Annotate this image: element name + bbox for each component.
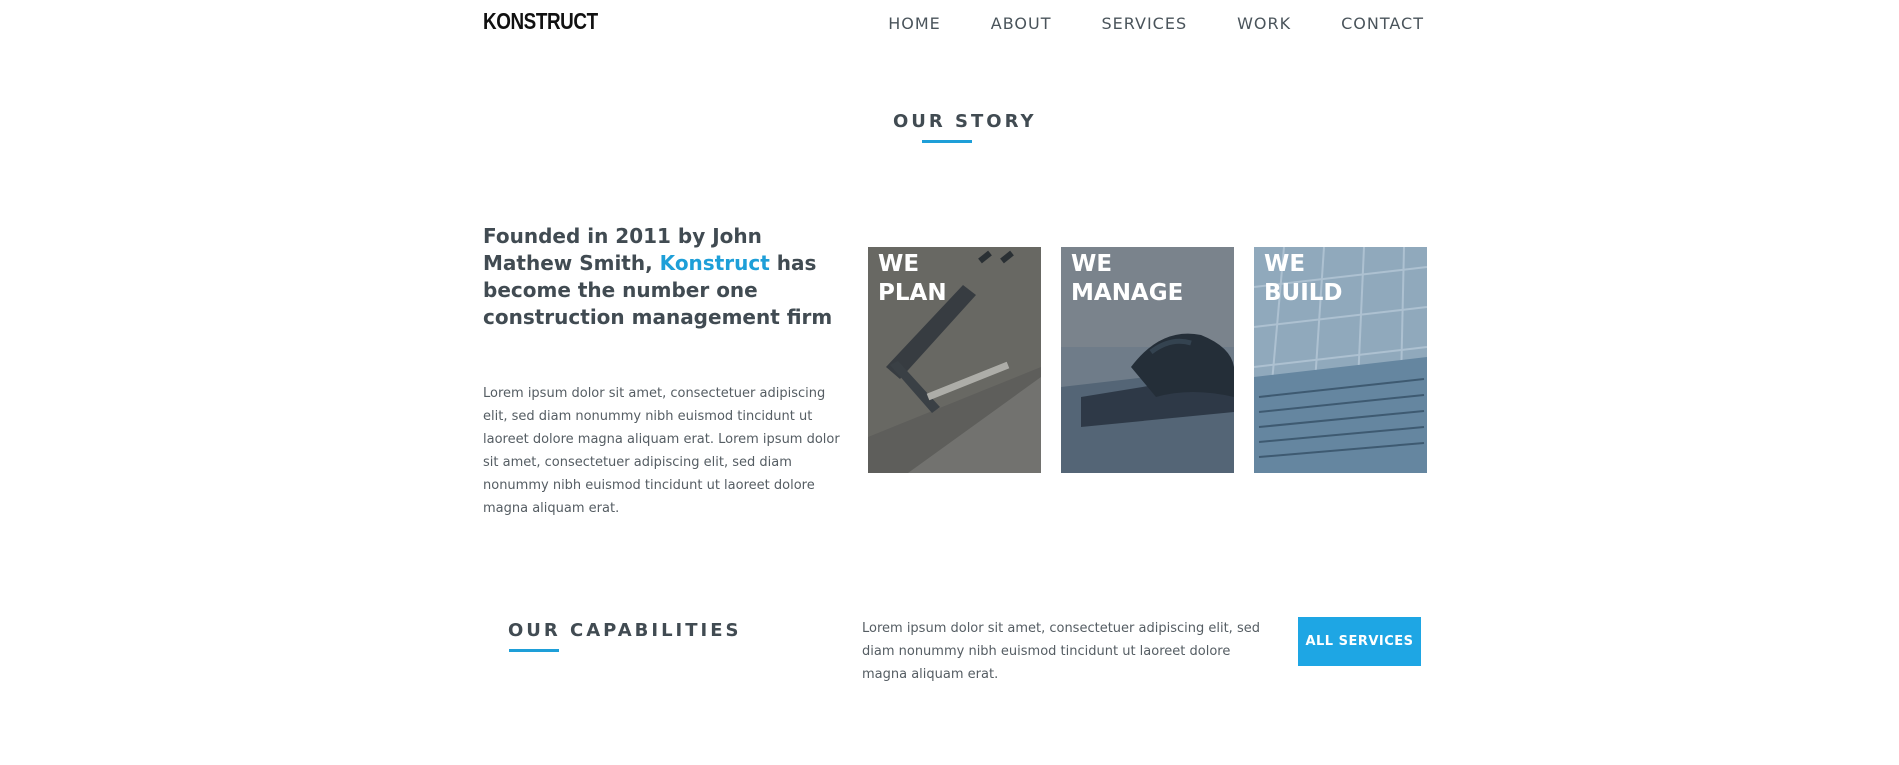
nav-contact[interactable]: CONTACT xyxy=(1341,14,1424,33)
nav-about[interactable]: ABOUT xyxy=(991,14,1052,33)
story-body: Lorem ipsum dolor sit amet, consectetuer… xyxy=(483,386,840,516)
capabilities-title: OUR CAPABILITIES xyxy=(508,620,742,641)
story-title: OUR STORY xyxy=(893,111,1037,132)
tile-manage-line2: MANAGE xyxy=(1071,280,1184,306)
capabilities-body: Lorem ipsum dolor sit amet, consectetuer… xyxy=(862,621,1260,682)
tile-manage[interactable]: WE MANAGE xyxy=(1061,247,1234,473)
nav-work[interactable]: WORK xyxy=(1237,14,1291,33)
tile-build-line1: WE xyxy=(1264,251,1306,277)
tile-build-label: WE BUILD xyxy=(1264,250,1343,308)
story-heading: Founded in 2011 by John Mathew Smith, Ko… xyxy=(483,223,843,331)
tile-build[interactable]: WE BUILD xyxy=(1254,247,1427,473)
all-services-button[interactable]: ALL SERVICES xyxy=(1298,617,1421,666)
tile-plan-line2: PLAN xyxy=(878,280,947,306)
tile-plan-label: WE PLAN xyxy=(878,250,947,308)
nav-home[interactable]: HOME xyxy=(888,14,941,33)
tile-manage-line1: WE xyxy=(1071,251,1113,277)
nav-services[interactable]: SERVICES xyxy=(1101,14,1187,33)
story-title-underline xyxy=(922,140,972,143)
capabilities-title-underline xyxy=(509,649,559,652)
tile-plan-line1: WE xyxy=(878,251,920,277)
page: KONSTRUCT HOME ABOUT SERVICES WORK CONTA… xyxy=(0,0,1899,765)
tile-manage-label: WE MANAGE xyxy=(1071,250,1183,308)
story-heading-brand: Konstruct xyxy=(659,251,770,275)
main-nav: HOME ABOUT SERVICES WORK CONTACT xyxy=(888,14,1424,33)
tile-build-line2: BUILD xyxy=(1264,280,1343,306)
logo-text: KONSTRUCT xyxy=(483,7,598,34)
brand-logo[interactable]: KONSTRUCT xyxy=(483,7,623,34)
tile-plan[interactable]: WE PLAN xyxy=(868,247,1041,473)
